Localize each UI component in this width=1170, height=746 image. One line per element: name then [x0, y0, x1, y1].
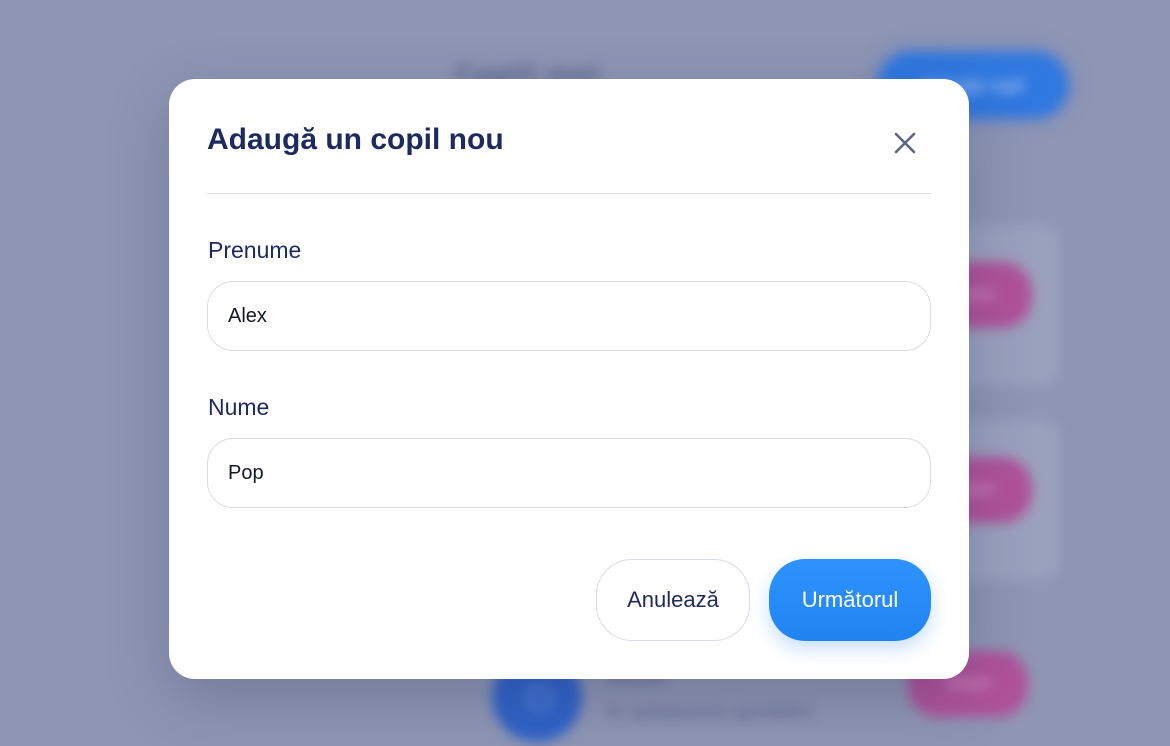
next-button[interactable]: Următorul — [769, 559, 931, 641]
dialog-title: Adaugă un copil nou — [207, 123, 504, 156]
close-icon — [894, 132, 916, 154]
close-button[interactable] — [887, 125, 923, 161]
first-name-field[interactable] — [207, 281, 931, 351]
dialog-divider — [207, 193, 931, 194]
background-item-status: În așteptarea aprobării — [607, 702, 813, 723]
first-name-label: Prenume — [208, 237, 302, 263]
user-icon — [527, 686, 551, 710]
add-child-dialog: Adaugă un copil nou Prenume Nume Anuleaz… — [169, 79, 969, 679]
last-name-label: Nume — [208, 394, 270, 420]
last-name-field[interactable] — [207, 438, 931, 508]
app-screen: Copiii mei Adaugă copil Detalii Detalii … — [0, 0, 1170, 746]
cancel-button[interactable]: Anulează — [596, 559, 750, 641]
